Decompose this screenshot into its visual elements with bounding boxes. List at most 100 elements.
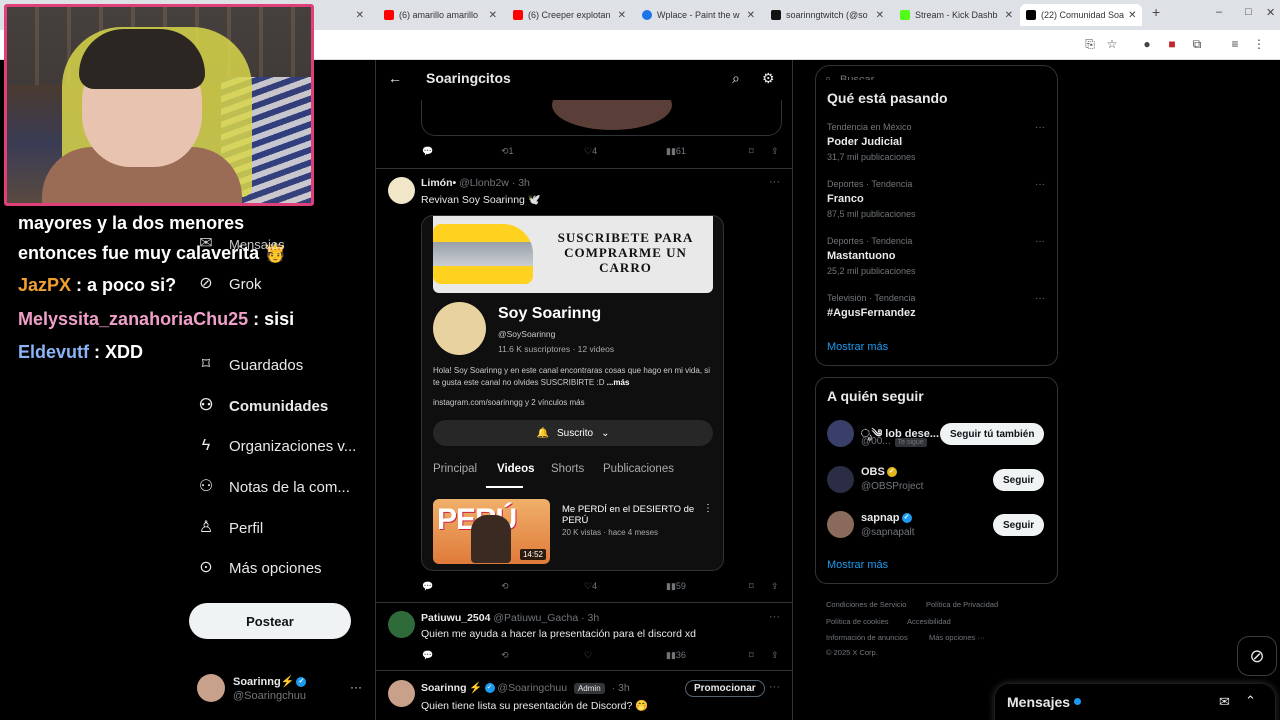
retweet-button[interactable]: ⟲ 1 bbox=[501, 146, 514, 157]
search-icon[interactable]: ⌕ bbox=[732, 70, 740, 87]
close-window-button[interactable]: ✕ bbox=[1266, 6, 1275, 19]
grok-button[interactable]: ⊘ bbox=[1237, 636, 1277, 676]
promote-button[interactable]: Promocionar bbox=[685, 680, 765, 697]
like-button[interactable]: ♡ 4 bbox=[584, 146, 597, 157]
footer-accessibility-link[interactable]: Accesibilidad bbox=[907, 617, 951, 626]
close-tab-icon[interactable]: ✕ bbox=[872, 10, 884, 21]
author-handle[interactable]: @Patiuwu_Gacha · 3h bbox=[493, 612, 599, 624]
trend-item[interactable]: #AgusFernandez bbox=[827, 307, 916, 319]
show-more-follows-link[interactable]: Mostrar más bbox=[827, 559, 888, 571]
extension-red-icon[interactable]: ■ bbox=[1165, 37, 1179, 51]
more-dots-icon[interactable]: ··· bbox=[769, 176, 780, 188]
views-button[interactable]: ▮▮ 59 bbox=[666, 581, 686, 592]
gear-icon[interactable]: ⚙ bbox=[762, 70, 775, 87]
author-name[interactable]: Soarinng ⚡ bbox=[421, 682, 483, 694]
avatar[interactable] bbox=[827, 420, 854, 447]
trend-item[interactable]: Mastantuono bbox=[827, 250, 895, 262]
youtube-channel-card[interactable]: SUSCRIBETE PARA COMPRARME UN CARRO Soy S… bbox=[421, 215, 724, 571]
avatar[interactable] bbox=[827, 511, 854, 538]
trend-item[interactable]: Franco bbox=[827, 193, 864, 205]
browser-tab-youtube-2[interactable]: (6) Creeper explotan ✕ bbox=[507, 4, 632, 26]
author-handle[interactable]: @Soaringchuu bbox=[497, 682, 567, 694]
like-button[interactable]: ♡ 4 bbox=[584, 581, 597, 592]
author-name[interactable]: Limón• bbox=[421, 177, 456, 189]
follow-button[interactable]: Seguir bbox=[993, 514, 1045, 536]
sidebar-item-bookmarks[interactable]: ⌑ Guardados bbox=[197, 350, 303, 380]
minimize-window-button[interactable]: – bbox=[1216, 6, 1222, 18]
share-icon[interactable]: ⇪ bbox=[771, 146, 779, 157]
account-switcher[interactable]: Soarinng⚡ ✓ @Soaringchuu ··· bbox=[197, 674, 362, 704]
sidebar-item-community-notes[interactable]: ⚇ Notas de la com... bbox=[197, 472, 350, 502]
profile-menu-icon[interactable]: ⋮ bbox=[1252, 37, 1266, 51]
install-app-icon[interactable]: ⎘ bbox=[1083, 37, 1097, 51]
sidebar-item-messages[interactable]: ✉ Mensajes bbox=[197, 229, 284, 259]
reply-icon[interactable]: 💬 bbox=[422, 650, 433, 661]
footer-more-link[interactable]: Más opciones ··· bbox=[929, 633, 985, 642]
close-tab-icon[interactable]: ✕ bbox=[1001, 10, 1013, 21]
extensions-puzzle-icon[interactable]: ⧉ bbox=[1190, 37, 1204, 51]
close-tab-icon[interactable]: ✕ bbox=[485, 10, 497, 21]
views-button[interactable]: ▮▮ 36 bbox=[666, 650, 686, 661]
browser-tab-kick[interactable]: Stream - Kick Dashb ✕ bbox=[894, 4, 1019, 26]
new-tab-button[interactable]: + bbox=[1152, 4, 1160, 20]
more-dots-icon[interactable]: ··· bbox=[350, 680, 362, 694]
more-dots-icon[interactable]: ··· bbox=[1035, 293, 1045, 304]
bookmark-icon[interactable]: ⌑ bbox=[749, 650, 754, 661]
follow-name[interactable]: OBS ✓ bbox=[861, 466, 897, 478]
new-message-icon[interactable]: ✉ bbox=[1219, 694, 1230, 710]
browser-tab-youtube-1[interactable]: (6) amarillo amarillo ✕ bbox=[378, 4, 503, 26]
footer-terms-link[interactable]: Condiciones de Servicio bbox=[826, 600, 906, 609]
avatar[interactable] bbox=[388, 680, 415, 707]
follow-button[interactable]: Seguir bbox=[993, 469, 1045, 491]
bookmark-star-icon[interactable]: ☆ bbox=[1105, 37, 1119, 51]
more-dots-icon[interactable]: ··· bbox=[1035, 179, 1045, 190]
follow-name[interactable]: sapnap ✓ bbox=[861, 512, 912, 524]
sidebar-item-profile[interactable]: ♙ Perfil bbox=[197, 513, 263, 543]
follow-back-button[interactable]: Seguir tú también bbox=[940, 423, 1045, 445]
retweet-icon[interactable]: ⟲ bbox=[501, 650, 509, 661]
previous-tweet-media[interactable] bbox=[421, 100, 782, 136]
extension-icon[interactable]: ● bbox=[1140, 37, 1154, 51]
reply-icon[interactable]: 💬 bbox=[422, 146, 433, 157]
trend-item[interactable]: Poder Judicial bbox=[827, 136, 902, 148]
sidebar-item-grok[interactable]: ⊘ Grok bbox=[197, 269, 261, 299]
avatar[interactable] bbox=[388, 177, 415, 204]
author-handle[interactable]: @Llonb2w · 3h bbox=[459, 177, 530, 189]
retweet-icon[interactable]: ⟲ bbox=[501, 581, 509, 592]
sidebar-item-more-options[interactable]: ⊙ Más opciones bbox=[197, 553, 321, 583]
close-tab-icon[interactable]: ✕ bbox=[1124, 10, 1136, 21]
more-dots-icon[interactable]: ··· bbox=[1035, 122, 1045, 133]
back-arrow-icon[interactable]: ← bbox=[388, 70, 402, 86]
close-tab-icon[interactable]: ✕ bbox=[352, 10, 364, 21]
bookmark-icon[interactable]: ⌑ bbox=[749, 146, 754, 157]
more-dots-icon[interactable]: ··· bbox=[1035, 236, 1045, 247]
footer-cookies-link[interactable]: Política de cookies bbox=[826, 617, 889, 626]
sidebar-item-organizations[interactable]: ϟ Organizaciones v... bbox=[197, 431, 357, 461]
obs-logo-icon[interactable] bbox=[827, 466, 854, 493]
browser-tab-wplace[interactable]: Wplace - Paint the w ✕ bbox=[636, 4, 761, 26]
bookmark-icon[interactable]: ⌑ bbox=[749, 581, 754, 592]
share-icon[interactable]: ⇪ bbox=[771, 581, 779, 592]
footer-privacy-link[interactable]: Política de Privacidad bbox=[926, 600, 998, 609]
author-name[interactable]: Patiuwu_2504 bbox=[421, 612, 490, 624]
show-more-trends-link[interactable]: Mostrar más bbox=[827, 341, 888, 353]
more-dots-icon[interactable]: ··· bbox=[769, 611, 780, 623]
like-icon[interactable]: ♡ bbox=[584, 650, 592, 661]
share-icon[interactable]: ⇪ bbox=[771, 650, 779, 661]
views-button[interactable]: ▮▮ 61 bbox=[666, 146, 686, 157]
expand-icon[interactable]: ⌃ bbox=[1245, 693, 1256, 709]
browser-tab-x-community[interactable]: (22) Comunidad Soa ✕ bbox=[1020, 4, 1142, 26]
more-dots-icon[interactable]: ··· bbox=[769, 681, 780, 693]
sidebar-item-communities[interactable]: ⚇ Comunidades bbox=[197, 391, 328, 421]
reply-icon[interactable]: 💬 bbox=[422, 581, 433, 592]
media-controls-icon[interactable]: ≡ bbox=[1228, 37, 1242, 51]
messages-drawer[interactable]: Mensajes ✉ ⌃ bbox=[995, 684, 1275, 720]
avatar[interactable] bbox=[388, 611, 415, 638]
browser-tab-tiktok[interactable]: soarinngtwitch (@so ✕ bbox=[765, 4, 890, 26]
restore-window-button[interactable]: □ bbox=[1245, 6, 1252, 18]
close-tab-icon[interactable]: ✕ bbox=[743, 10, 755, 21]
footer-ads-link[interactable]: Información de anuncios bbox=[826, 633, 908, 642]
channel-banner: SUSCRIBETE PARA COMPRARME UN CARRO bbox=[433, 216, 713, 293]
post-button[interactable]: Postear bbox=[189, 603, 351, 639]
close-tab-icon[interactable]: ✕ bbox=[614, 10, 626, 21]
